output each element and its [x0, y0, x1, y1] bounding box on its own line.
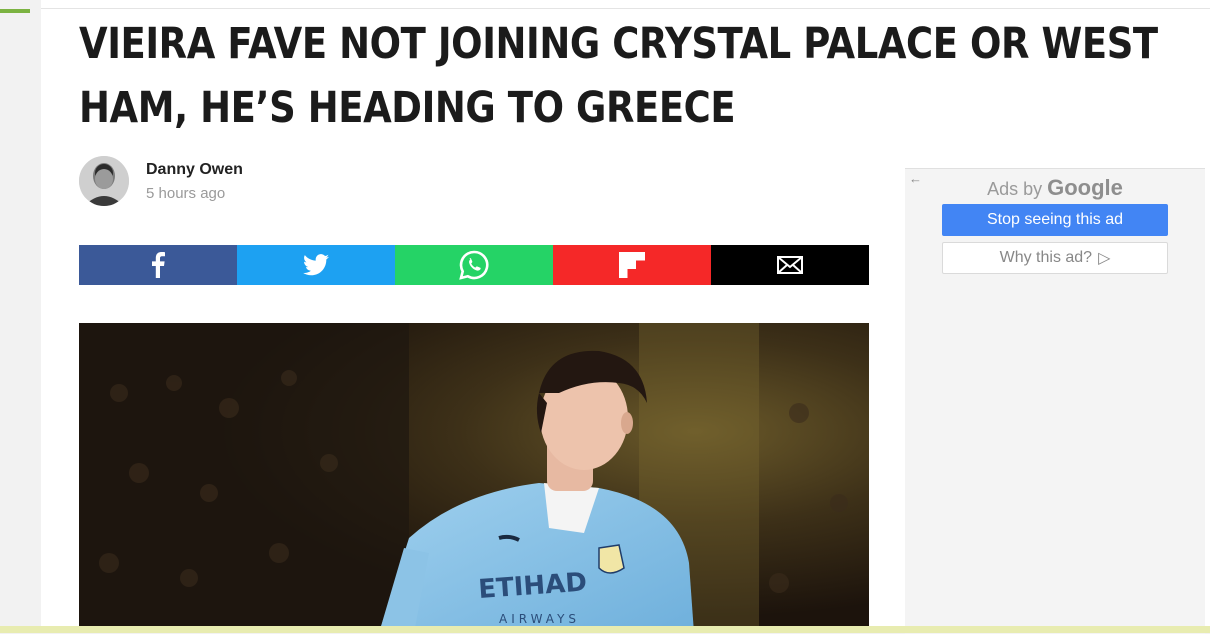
- share-email-button[interactable]: [711, 245, 869, 285]
- article-title: VIEIRA FAVE NOT JOINING CRYSTAL PALACE O…: [79, 12, 1158, 140]
- hero-image: ETIHAD AIRWAYS: [79, 323, 869, 633]
- facebook-icon: [152, 252, 165, 278]
- whatsapp-icon: [459, 250, 489, 280]
- google-logo: Google: [1047, 175, 1123, 200]
- ads-by-google-label: Ads by Google: [905, 175, 1205, 201]
- title-line-2: HAM, HE’S HEADING TO GREECE: [79, 83, 736, 133]
- adchoices-icon: ▷: [1098, 250, 1111, 267]
- left-rail: [0, 0, 41, 633]
- stop-seeing-ad-button[interactable]: Stop seeing this ad: [942, 204, 1168, 236]
- share-bar: [79, 245, 869, 285]
- share-twitter-button[interactable]: [237, 245, 395, 285]
- why-this-ad-button[interactable]: Why this ad? ▷: [942, 242, 1168, 274]
- email-icon: [777, 256, 803, 274]
- author-avatar[interactable]: [79, 156, 129, 206]
- ads-by-text: Ads by: [987, 179, 1043, 199]
- flipboard-icon: [619, 252, 645, 278]
- ad-panel: ← Ads by Google Stop seeing this ad Why …: [905, 168, 1205, 634]
- top-divider: [41, 8, 1210, 9]
- share-facebook-button[interactable]: [79, 245, 237, 285]
- bottom-bar: [0, 626, 1210, 633]
- title-line-1: VIEIRA FAVE NOT JOINING CRYSTAL PALACE O…: [79, 19, 1158, 69]
- publish-time: 5 hours ago: [146, 185, 226, 202]
- jersey-sub: AIRWAYS: [499, 612, 580, 626]
- twitter-icon: [303, 254, 329, 276]
- author-name[interactable]: Danny Owen: [146, 161, 243, 179]
- accent-tab: [0, 9, 30, 13]
- share-flipboard-button[interactable]: [553, 245, 711, 285]
- share-whatsapp-button[interactable]: [395, 245, 553, 285]
- why-this-ad-label: Why this ad?: [999, 249, 1093, 266]
